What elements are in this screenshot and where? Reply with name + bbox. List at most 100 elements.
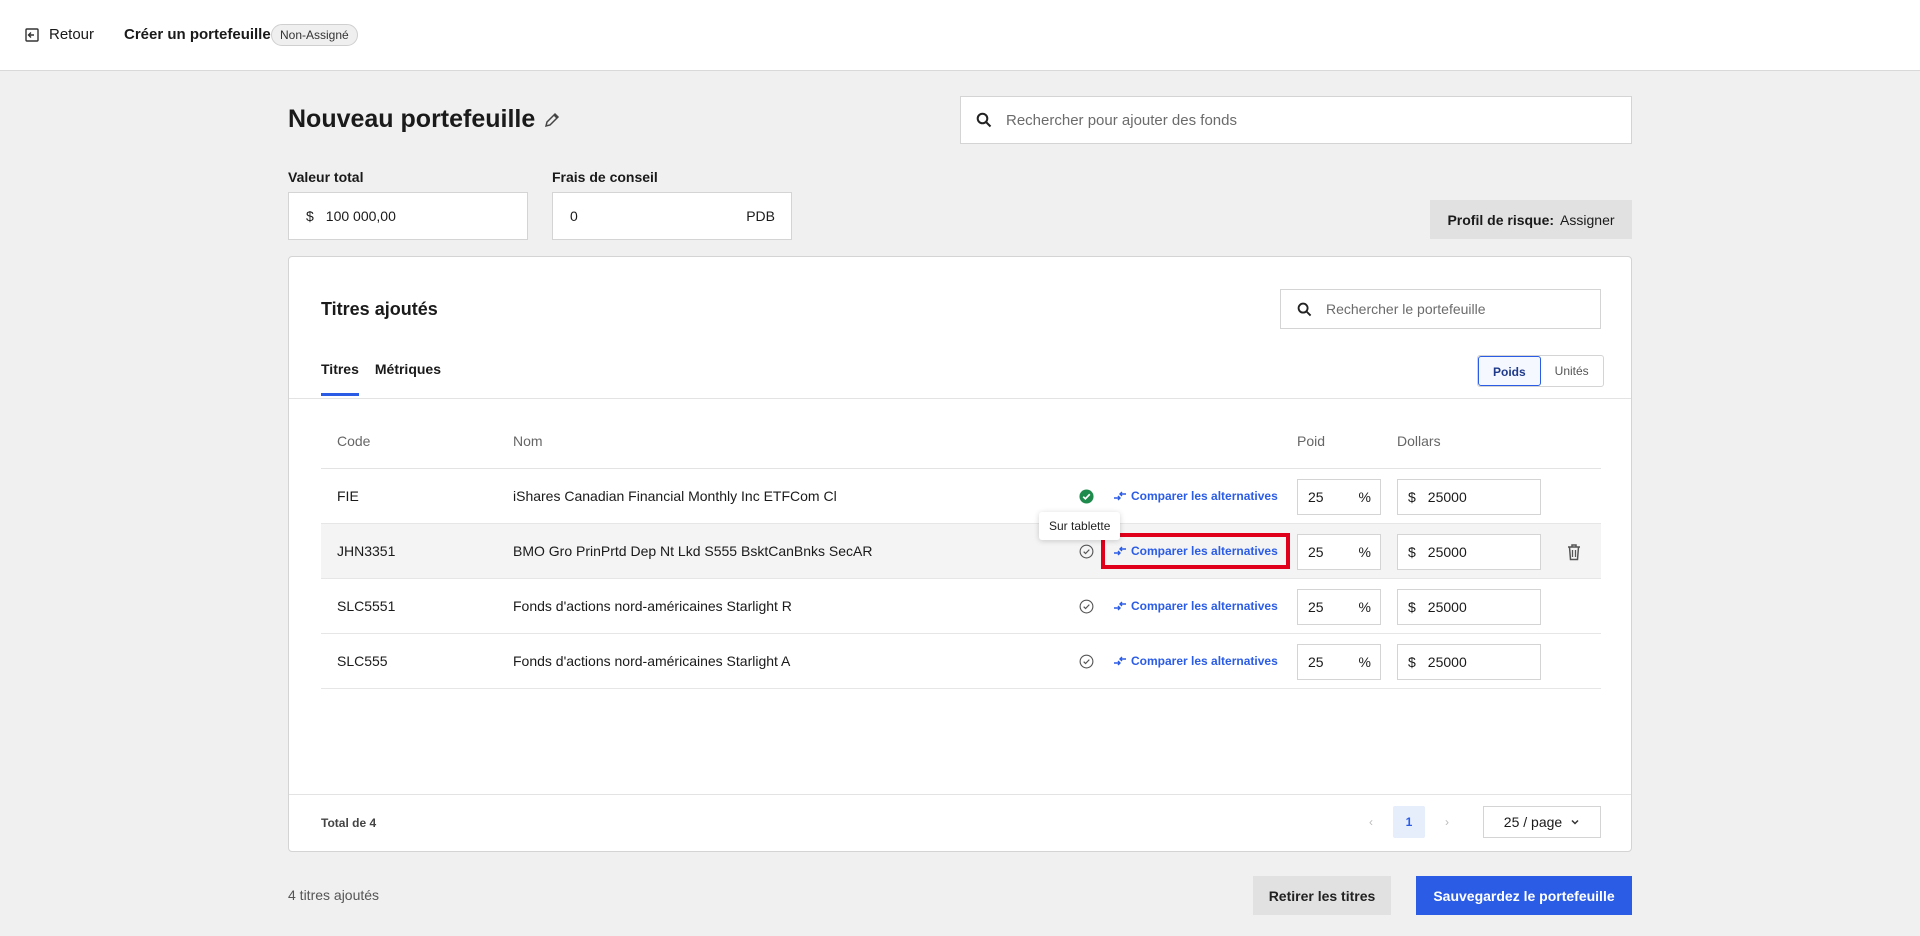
weight-unit: % (1358, 599, 1371, 615)
check-outline-icon[interactable] (1079, 599, 1094, 614)
table-row: SLC555 Fonds d'actions nord-américaines … (321, 634, 1601, 689)
dollars-input[interactable]: $ 25000 (1397, 534, 1541, 570)
divider (289, 398, 1631, 399)
dollars-value: 25000 (1427, 544, 1467, 560)
toggle-unites[interactable]: Unités (1541, 356, 1603, 386)
dollars-input[interactable]: $ 25000 (1397, 589, 1541, 625)
holdings-card: Titres ajoutés Titres Métriques Poids Un… (288, 256, 1632, 852)
weight-value: 25 (1308, 544, 1324, 560)
row-code: FIE (337, 488, 359, 504)
divider (289, 794, 1631, 795)
check-outline-icon[interactable] (1079, 654, 1094, 669)
column-header-name: Nom (513, 433, 543, 449)
remove-holdings-button[interactable]: Retirer les titres (1253, 876, 1391, 915)
fund-search-box[interactable] (960, 96, 1632, 144)
page-size-select[interactable]: 25 / page (1483, 806, 1601, 838)
currency-symbol: $ (1408, 544, 1416, 560)
row-code: SLC5551 (337, 598, 396, 614)
portfolio-search-box[interactable] (1280, 289, 1601, 329)
weight-value: 25 (1308, 599, 1324, 615)
weight-input[interactable]: 25 % (1297, 644, 1381, 680)
currency-symbol: $ (1408, 654, 1416, 670)
column-header-weight: Poid (1297, 433, 1326, 449)
back-button[interactable]: Retour (25, 26, 94, 43)
advisory-fees-unit: PDB (746, 208, 775, 224)
trash-icon[interactable] (1566, 543, 1582, 561)
currency-symbol: $ (306, 208, 314, 224)
table-row: FIE iShares Canadian Financial Monthly I… (321, 469, 1601, 524)
compare-icon (1114, 601, 1126, 611)
table-row: SLC5551 Fonds d'actions nord-américaines… (321, 579, 1601, 634)
compare-alternatives-link[interactable]: Comparer les alternatives (1109, 482, 1282, 510)
weight-input[interactable]: 25 % (1297, 534, 1381, 570)
search-icon (1297, 302, 1312, 316)
compare-icon (1114, 656, 1126, 666)
row-name: BMO Gro PrinPrtd Dep Nt Lkd S555 BsktCan… (513, 543, 873, 559)
column-header-dollars: Dollars (1397, 433, 1441, 449)
row-code: JHN3351 (337, 543, 396, 559)
table-row: JHN3351 BMO Gro PrinPrtd Dep Nt Lkd S555… (321, 524, 1601, 579)
pagination: ‹ 1 › 25 / page (1361, 806, 1601, 838)
dollars-input[interactable]: $ 25000 (1397, 479, 1541, 515)
save-portfolio-button[interactable]: Sauvegardez le portefeuille (1416, 876, 1632, 915)
compare-icon (1114, 491, 1126, 501)
pencil-icon[interactable] (543, 111, 561, 129)
status-badge: Non-Assigné (271, 24, 358, 46)
weight-input[interactable]: 25 % (1297, 589, 1381, 625)
toggle-poids[interactable]: Poids (1478, 356, 1541, 386)
compare-label: Comparer les alternatives (1131, 544, 1278, 558)
total-count: Total de 4 (321, 816, 377, 830)
risk-profile-label: Profil de risque: (1447, 211, 1555, 228)
status-tooltip: Sur tablette (1039, 512, 1121, 540)
compare-alternatives-link[interactable]: Comparer les alternatives (1101, 533, 1290, 569)
check-filled-icon (1079, 489, 1094, 504)
row-name: iShares Canadian Financial Monthly Inc E… (513, 488, 837, 504)
compare-label: Comparer les alternatives (1131, 599, 1278, 613)
compare-icon (1114, 546, 1126, 556)
portfolio-search-input[interactable] (1326, 301, 1586, 317)
dollars-input[interactable]: $ 25000 (1397, 644, 1541, 680)
back-icon (25, 27, 39, 42)
weight-input[interactable]: 25 % (1297, 479, 1381, 515)
table-header: Code Nom Poid Dollars (321, 433, 1601, 469)
search-icon (976, 112, 992, 128)
weight-unit: % (1358, 544, 1371, 560)
dollars-value: 25000 (1427, 599, 1467, 615)
fund-search-input[interactable] (1006, 111, 1586, 129)
advisory-fees-value: 0 (570, 208, 578, 224)
advisory-fees-label: Frais de conseil (552, 169, 658, 185)
total-value-field[interactable]: $ 100 000,00 (288, 192, 528, 240)
added-count: 4 titres ajoutés (288, 887, 380, 903)
compare-label: Comparer les alternatives (1131, 654, 1278, 668)
risk-profile-value: Assigner (1560, 211, 1615, 228)
page-title: Nouveau portefeuille (288, 105, 561, 134)
row-name: Fonds d'actions nord-américaines Starlig… (513, 598, 792, 614)
tabs: Titres Métriques (321, 361, 441, 396)
page-number[interactable]: 1 (1393, 806, 1425, 838)
dollars-value: 25000 (1427, 489, 1467, 505)
weight-unit: % (1358, 489, 1371, 505)
breadcrumb-title: Créer un portefeuille (124, 26, 271, 43)
prev-page-icon[interactable]: ‹ (1361, 815, 1381, 829)
next-page-icon[interactable]: › (1437, 815, 1457, 829)
total-value-label: Valeur total (288, 169, 364, 185)
check-outline-icon[interactable] (1079, 544, 1094, 559)
compare-alternatives-link[interactable]: Comparer les alternatives (1109, 592, 1282, 620)
top-bar: Retour Créer un portefeuille Non-Assigné (0, 0, 1920, 71)
risk-profile-button[interactable]: Profil de risque: Assigner (1430, 200, 1632, 239)
weight-value: 25 (1308, 489, 1324, 505)
row-name: Fonds d'actions nord-américaines Starlig… (513, 653, 791, 669)
tab-metriques[interactable]: Métriques (375, 361, 441, 396)
total-value: 100 000,00 (325, 208, 396, 224)
compare-alternatives-link[interactable]: Comparer les alternatives (1109, 647, 1282, 675)
advisory-fees-field[interactable]: 0 PDB (552, 192, 792, 240)
dollars-value: 25000 (1427, 654, 1467, 670)
column-header-code: Code (337, 433, 371, 449)
page-size-value: 25 / page (1503, 814, 1563, 830)
tab-titres[interactable]: Titres (321, 361, 359, 396)
card-title: Titres ajoutés (321, 299, 438, 319)
chevron-down-icon (1571, 819, 1579, 825)
currency-symbol: $ (1408, 489, 1416, 505)
weight-unit: % (1358, 654, 1371, 670)
back-label: Retour (49, 26, 95, 43)
